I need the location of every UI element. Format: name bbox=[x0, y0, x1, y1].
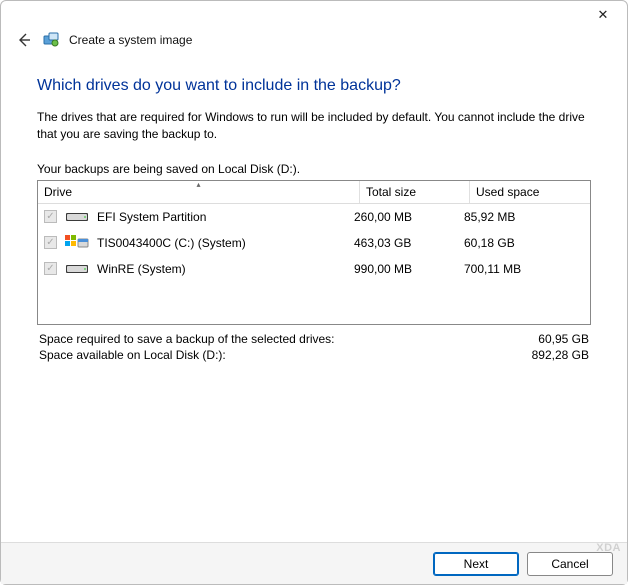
drive-name: EFI System Partition bbox=[97, 210, 206, 224]
table-header[interactable]: Drive ▴ Total size Used space bbox=[38, 181, 590, 204]
content-area: Which drives do you want to include in t… bbox=[1, 57, 627, 363]
cell-drive: ✓ TIS0043400C (C:) (System) bbox=[44, 236, 354, 250]
drive-checkbox: ✓ bbox=[44, 210, 57, 223]
summary-available-value: 892,28 GB bbox=[532, 348, 589, 362]
arrow-left-icon bbox=[16, 32, 32, 48]
cell-drive: ✓ WinRE (System) bbox=[44, 262, 354, 276]
summary-available-label: Space available on Local Disk (D:): bbox=[39, 348, 226, 362]
cell-total-size: 260,00 MB bbox=[354, 210, 464, 224]
cell-drive: ✓ EFI System Partition bbox=[44, 210, 354, 224]
saving-location-text: Your backups are being saved on Local Di… bbox=[37, 162, 591, 176]
close-icon: ✕ bbox=[598, 7, 609, 23]
drive-checkbox: ✓ bbox=[44, 262, 57, 275]
summary-required-label: Space required to save a backup of the s… bbox=[39, 332, 335, 346]
cell-used-space: 85,92 MB bbox=[464, 210, 584, 224]
column-header-used[interactable]: Used space bbox=[470, 181, 590, 203]
cancel-button[interactable]: Cancel bbox=[527, 552, 613, 576]
table-row[interactable]: ✓ EFI System Partition 260,00 MB85,92 MB bbox=[38, 204, 590, 230]
column-header-drive[interactable]: Drive ▴ bbox=[38, 181, 360, 203]
back-button[interactable] bbox=[15, 31, 33, 49]
table-body: ✓ EFI System Partition 260,00 MB85,92 MB ✓ T… bbox=[38, 204, 590, 324]
summary-required-value: 60,95 GB bbox=[538, 332, 589, 346]
cell-total-size: 990,00 MB bbox=[354, 262, 464, 276]
next-button[interactable]: Next bbox=[433, 552, 519, 576]
wizard-title: Create a system image bbox=[69, 33, 192, 47]
drive-name: TIS0043400C (C:) (System) bbox=[97, 236, 246, 250]
hdd-icon bbox=[65, 210, 89, 224]
page-description: The drives that are required for Windows… bbox=[37, 109, 591, 144]
hdd-icon bbox=[65, 262, 89, 276]
titlebar: ✕ bbox=[1, 1, 627, 29]
drive-name: WinRE (System) bbox=[97, 262, 186, 276]
cell-used-space: 700,11 MB bbox=[464, 262, 584, 276]
cell-total-size: 463,03 GB bbox=[354, 236, 464, 250]
windows-drive-icon bbox=[65, 236, 89, 250]
footer: Next Cancel bbox=[1, 542, 627, 584]
close-button[interactable]: ✕ bbox=[587, 5, 619, 25]
drive-checkbox: ✓ bbox=[44, 236, 57, 249]
table-row[interactable]: ✓ WinRE (System) 990,00 MB700,11 MB bbox=[38, 256, 590, 282]
system-image-icon bbox=[43, 32, 59, 48]
cell-used-space: 60,18 GB bbox=[464, 236, 584, 250]
page-heading: Which drives do you want to include in t… bbox=[37, 77, 591, 95]
drive-table: Drive ▴ Total size Used space ✓ EFI Syste… bbox=[37, 180, 591, 325]
summary: Space required to save a backup of the s… bbox=[37, 331, 591, 363]
column-header-drive-label: Drive bbox=[44, 185, 72, 199]
sort-indicator-icon: ▴ bbox=[196, 180, 200, 189]
column-header-total[interactable]: Total size bbox=[360, 181, 470, 203]
table-row[interactable]: ✓ TIS0043400C (C:) (System) 463,03 GB60,18… bbox=[38, 230, 590, 256]
wizard-header: Create a system image bbox=[1, 29, 627, 57]
summary-required: Space required to save a backup of the s… bbox=[37, 331, 591, 347]
summary-available: Space available on Local Disk (D:): 892,… bbox=[37, 347, 591, 363]
